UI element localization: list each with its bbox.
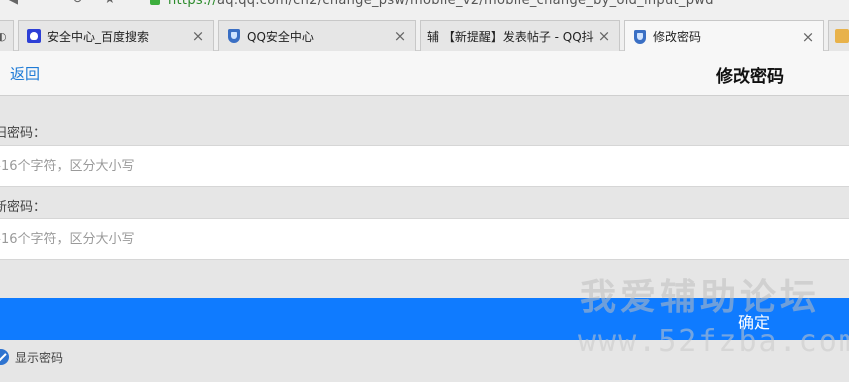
tab-title: 修改密码 [653, 30, 702, 44]
baidu-paw-icon [27, 29, 41, 43]
back-arrow-icon[interactable]: ◀ [8, 0, 18, 7]
tab-title: 辅 【新提醒】发表帖子 - QQ抖 [427, 29, 594, 44]
old-password-label: 旧密码： [0, 126, 47, 141]
browser-tab-bar: ◐ 安全中心_百度搜索 × QQ安全中心 × 辅 【新提醒】发表帖子 - QQ抖… [0, 8, 849, 52]
bookmark-star-icon[interactable]: ★ [104, 0, 116, 7]
tab-new-post[interactable]: 辅 【新提醒】发表帖子 - QQ抖 × [420, 20, 620, 51]
show-password-toggle[interactable]: 显示密码 [0, 347, 63, 367]
back-link[interactable]: 返回 [10, 63, 40, 84]
confirm-button[interactable]: 确定 [0, 298, 849, 340]
tab-qq-security[interactable]: QQ安全中心 × [218, 20, 416, 51]
new-password-input[interactable] [0, 219, 849, 259]
new-tab-icon [835, 29, 849, 43]
new-password-row [0, 218, 849, 260]
qq-shield-icon [633, 29, 647, 44]
close-icon[interactable]: × [189, 27, 207, 45]
tab-title: QQ安全中心 [247, 29, 314, 44]
new-password-label-row: 新密码： [0, 189, 849, 219]
tab-baidu-search[interactable]: 安全中心_百度搜索 × [18, 20, 214, 51]
tab-partial-left[interactable]: ◐ [0, 20, 14, 51]
address-bar[interactable]: https://aq.qq.com/cn2/change_psw/mobile_… [168, 0, 714, 8]
old-password-row [0, 145, 849, 187]
page-header: 返回 修改密码 [0, 51, 849, 96]
tab-title: 安全中心_百度搜索 [47, 29, 150, 44]
tab-icon: ◐ [0, 29, 7, 43]
show-password-label: 显示密码 [15, 350, 64, 365]
new-password-label: 新密码： [0, 200, 47, 215]
close-icon[interactable]: × [595, 27, 613, 45]
close-icon[interactable]: × [391, 27, 409, 45]
qq-shield-icon [227, 29, 241, 43]
refresh-icon[interactable]: ↻ [72, 0, 83, 7]
close-icon[interactable]: × [799, 28, 817, 46]
tab-change-password[interactable]: 修改密码 × [624, 20, 824, 52]
old-password-label-row: 旧密码： [0, 115, 849, 145]
confirm-button-label: 确定 [738, 313, 771, 332]
old-password-input[interactable] [0, 146, 849, 186]
browser-toolbar: ◀ ↻ ★ https://aq.qq.com/cn2/change_psw/m… [0, 0, 849, 8]
new-tab-button[interactable] [828, 20, 849, 51]
secure-lock-icon [150, 0, 160, 5]
page-title: 修改密码 [716, 67, 784, 87]
checkbox-checked-icon[interactable] [0, 349, 9, 365]
